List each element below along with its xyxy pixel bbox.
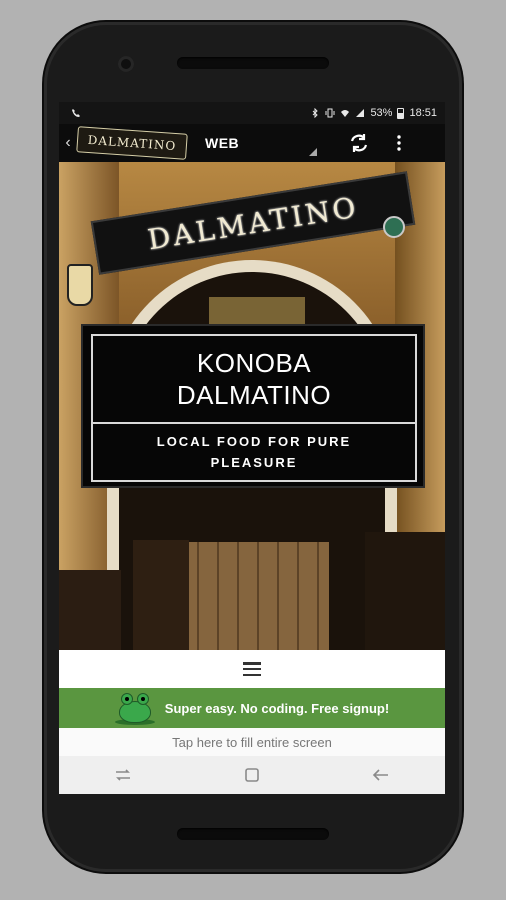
menu-bar — [59, 650, 445, 688]
wifi-icon — [341, 110, 350, 117]
page-subtitle: LOCAL FOOD FOR PURE PLEASURE — [91, 422, 417, 482]
frog-icon — [114, 691, 155, 725]
hamburger-icon[interactable] — [243, 662, 261, 676]
sign-decoration — [383, 216, 405, 238]
title-line-1: KONOBA — [196, 348, 312, 378]
earpiece-speaker — [177, 57, 329, 69]
subtitle-line-1: LOCAL FOOD FOR PURE — [156, 434, 352, 449]
vibrate-icon — [325, 108, 335, 118]
android-nav-bar — [59, 756, 445, 794]
page-title: KONOBA DALMATINO — [91, 334, 417, 422]
web-tab-label: WEB — [205, 135, 240, 151]
hero-table-right — [365, 532, 445, 650]
hero-image: DALMATINO KONOBA DALMATINO LOCAL FOOD FO… — [59, 162, 445, 650]
phone-screen: 53% 18:51 ‹ DALMATINO WEB DALMATINO KONO… — [59, 102, 445, 794]
hero-floor — [179, 542, 329, 650]
home-icon[interactable] — [222, 756, 282, 794]
promo-banner[interactable]: Super easy. No coding. Free signup! — [59, 688, 445, 728]
promo-text: Super easy. No coding. Free signup! — [164, 700, 390, 716]
web-tab-selector[interactable]: WEB — [205, 124, 317, 162]
tap-to-fill-hint[interactable]: Tap here to fill entire screen — [59, 728, 445, 756]
bottom-speaker — [177, 828, 329, 840]
battery-icon — [397, 107, 405, 119]
status-bar: 53% 18:51 — [59, 102, 445, 124]
subtitle-line-2: PLEASURE — [210, 455, 298, 470]
hero-table-left — [59, 570, 121, 650]
title-line-2: DALMATINO — [176, 380, 332, 410]
signal-icon — [356, 109, 365, 117]
title-box: KONOBA DALMATINO LOCAL FOOD FOR PURE PLE… — [81, 324, 425, 488]
status-time: 18:51 — [409, 107, 437, 119]
battery-percent: 53% — [370, 107, 393, 119]
bluetooth-icon — [313, 108, 319, 118]
refresh-icon[interactable] — [343, 124, 375, 162]
recent-apps-icon[interactable] — [93, 756, 153, 794]
nav-back-icon[interactable] — [351, 756, 411, 794]
app-logo: DALMATINO — [76, 126, 188, 160]
phone-call-icon — [72, 109, 80, 117]
hero-table-center — [133, 540, 189, 650]
hero-lamp — [67, 264, 93, 306]
front-camera — [118, 56, 134, 72]
back-icon[interactable]: ‹ — [59, 124, 77, 162]
app-toolbar: ‹ DALMATINO WEB — [59, 124, 445, 162]
more-vert-icon[interactable] — [389, 124, 409, 162]
dropdown-corner-icon — [309, 148, 317, 156]
